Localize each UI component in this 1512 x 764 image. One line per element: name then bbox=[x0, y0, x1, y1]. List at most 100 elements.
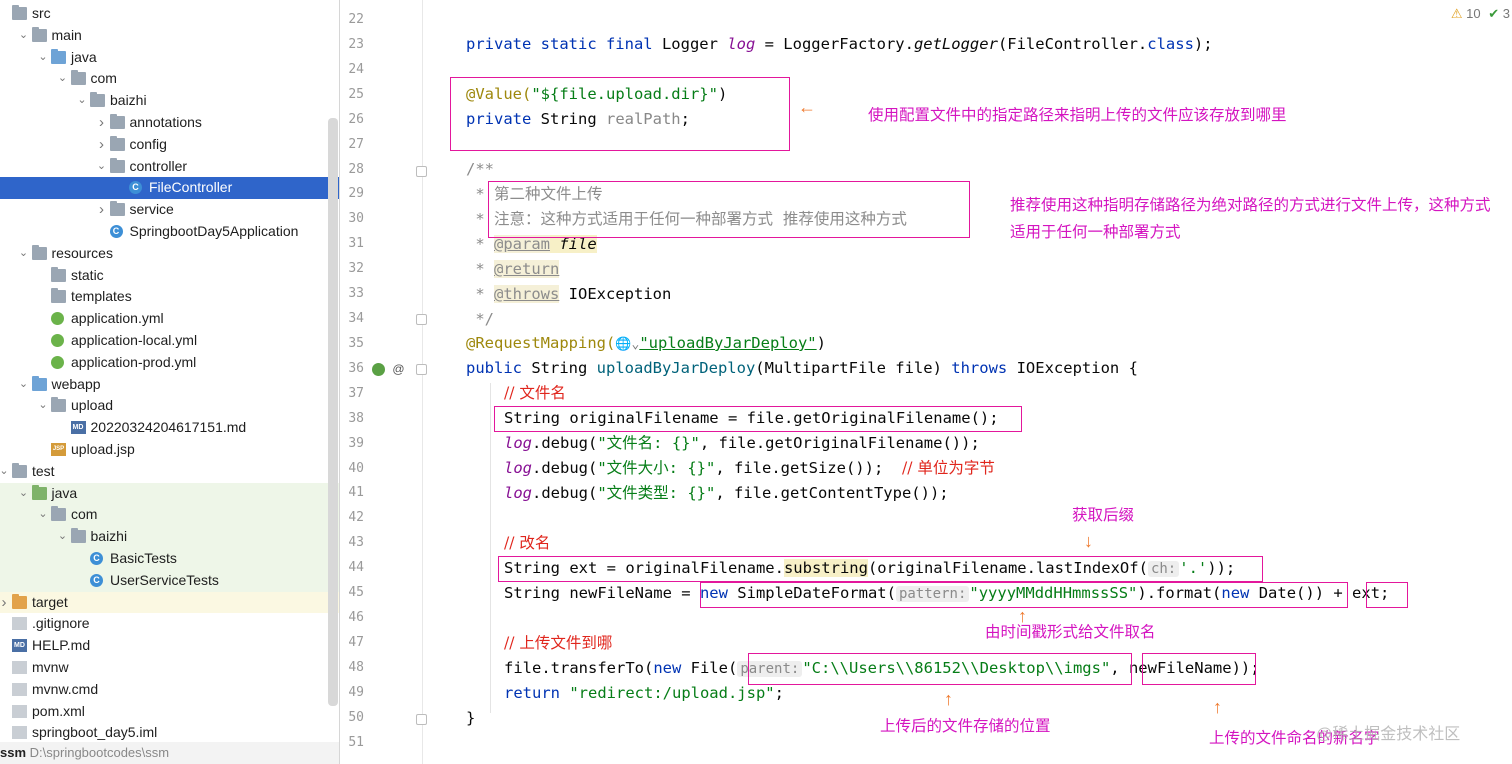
fold-marker-icon[interactable] bbox=[416, 314, 427, 325]
tree-item[interactable]: › service bbox=[0, 199, 339, 221]
tree-item[interactable]: ⌄ controller bbox=[0, 156, 339, 178]
tree-item[interactable]: ⌄ java bbox=[0, 47, 339, 69]
tree-item[interactable]: C SpringbootDay5Application bbox=[0, 221, 339, 243]
code-line-43[interactable]: // 改名 bbox=[504, 531, 550, 556]
fold-marker-icon[interactable] bbox=[416, 714, 427, 725]
tree-item[interactable]: JSP upload.jsp bbox=[0, 439, 339, 461]
inspection-widget[interactable]: ⚠ 10 ✔ 3 bbox=[1451, 6, 1510, 22]
code-line-47[interactable]: // 上传文件到哪 bbox=[504, 631, 612, 656]
tree-item[interactable]: ⌄ baizhi bbox=[0, 526, 339, 548]
code-comment: // 单位为字节 bbox=[901, 459, 995, 477]
tree-scrollbar[interactable] bbox=[328, 118, 338, 706]
code-line-33[interactable]: * @throws IOException bbox=[466, 282, 671, 307]
tree-item[interactable]: C BasicTests bbox=[0, 548, 339, 570]
tree-item[interactable]: application.yml bbox=[0, 308, 339, 330]
tree-item[interactable]: MD 20220324204617151.md bbox=[0, 417, 339, 439]
tree-item[interactable]: mvnw bbox=[0, 657, 339, 679]
code-line-48[interactable]: file.transferTo(new File(parent: "C:\\Use… bbox=[504, 656, 1260, 681]
code-line-34[interactable]: */ bbox=[466, 307, 494, 332]
chevron-right-icon[interactable]: › bbox=[96, 134, 108, 156]
project-root-row[interactable]: ssm D:\springbootcodes\ssm bbox=[0, 742, 339, 764]
chevron-down-icon[interactable]: ⌄ bbox=[0, 461, 10, 483]
tree-item[interactable]: src bbox=[0, 3, 339, 25]
tree-item[interactable]: ⌄ resources bbox=[0, 243, 339, 265]
code-line-30[interactable]: * 注意：这种方式适用于任何一种部署方式 推荐使用这种方式 bbox=[466, 207, 907, 232]
at-annotation-icon[interactable]: @ bbox=[392, 362, 404, 376]
tree-item[interactable]: pom.xml bbox=[0, 701, 339, 723]
tree-item[interactable]: application-prod.yml bbox=[0, 352, 339, 374]
tree-item[interactable]: ⌄ main bbox=[0, 25, 339, 47]
tree-item[interactable]: application-local.yml bbox=[0, 330, 339, 352]
tree-item[interactable]: templates bbox=[0, 286, 339, 308]
chevron-right-icon[interactable]: › bbox=[96, 112, 108, 134]
tree-item[interactable]: ⌄ java bbox=[0, 482, 339, 505]
tree-item[interactable]: .gitignore bbox=[0, 613, 339, 635]
chevron-right-icon[interactable]: › bbox=[0, 592, 10, 614]
tree-item[interactable]: › target bbox=[0, 591, 339, 614]
tree-item[interactable]: static bbox=[0, 265, 339, 287]
tree-item[interactable]: ⌄ webapp bbox=[0, 374, 339, 396]
code-line-50[interactable]: } bbox=[466, 706, 475, 731]
code-text: , file.getContentType()); bbox=[715, 484, 949, 502]
chevron-down-icon[interactable]: ⌄ bbox=[57, 526, 69, 548]
code-line-28[interactable]: /** bbox=[466, 157, 494, 182]
fold-marker-icon[interactable] bbox=[416, 364, 427, 375]
chevron-down-icon[interactable]: ⌄ bbox=[18, 374, 30, 396]
string-literal: "redirect:/upload.jsp" bbox=[560, 684, 775, 702]
code-line-26[interactable]: private String realPath; bbox=[466, 107, 690, 132]
arrow-left-icon: ← bbox=[798, 97, 816, 117]
tree-item[interactable]: C FileController bbox=[0, 177, 339, 200]
code-line-32[interactable]: * @return bbox=[466, 257, 560, 282]
chevron-down-icon[interactable]: ⌄ bbox=[57, 68, 69, 90]
java-class-icon: C bbox=[90, 573, 103, 587]
code-line-49[interactable]: return "redirect:/upload.jsp"; bbox=[504, 681, 784, 706]
chevron-down-icon[interactable]: ⌄ bbox=[76, 90, 88, 112]
code-line-37[interactable]: // 文件名 bbox=[504, 381, 566, 406]
check-icon: ✔ bbox=[1488, 6, 1500, 21]
tree-item[interactable]: MD HELP.md bbox=[0, 635, 339, 657]
spring-bean-icon[interactable] bbox=[372, 363, 385, 377]
code-line-38[interactable]: String originalFilename = file.getOrigin… bbox=[504, 406, 999, 431]
chevron-down-icon[interactable]: ⌄ bbox=[18, 483, 30, 505]
tree-item[interactable]: ⌄ upload bbox=[0, 395, 339, 417]
tree-item[interactable]: mvnw.cmd bbox=[0, 679, 339, 701]
code-line-36[interactable]: public String uploadByJarDeploy(Multipar… bbox=[466, 356, 1138, 381]
code-line-39[interactable]: log.debug("文件名: {}", file.getOriginalFil… bbox=[504, 431, 980, 456]
chevron-down-icon[interactable]: ⌄ bbox=[37, 395, 49, 417]
gutter-icons[interactable]: @ bbox=[372, 362, 405, 377]
line-number: 43 bbox=[348, 535, 364, 551]
tree-item[interactable]: › config bbox=[0, 134, 339, 156]
code-line-41[interactable]: log.debug("文件类型: {}", file.getContentTyp… bbox=[504, 481, 949, 506]
line-number: 33 bbox=[348, 286, 364, 302]
code-line-25[interactable]: @Value("${file.upload.dir}") bbox=[466, 82, 727, 107]
code-line-44[interactable]: String ext = originalFilename.substring(… bbox=[504, 556, 1235, 581]
code-text: (originalFilename.lastIndexOf( bbox=[867, 559, 1148, 577]
code-line-31[interactable]: * @param file bbox=[466, 232, 597, 257]
chevron-down-icon[interactable]: ⌄ bbox=[37, 504, 49, 526]
code-line-40[interactable]: log.debug("文件大小: {}", file.getSize()); /… bbox=[504, 456, 995, 481]
fold-marker-icon[interactable] bbox=[416, 166, 427, 177]
code-line-23[interactable]: private static final Logger log = Logger… bbox=[466, 32, 1213, 57]
tree-item[interactable]: C UserServiceTests bbox=[0, 569, 339, 592]
web-globe-icon[interactable]: 🌐⌄ bbox=[615, 337, 639, 352]
code-line-35[interactable]: @RequestMapping(🌐⌄"uploadByJarDeploy") bbox=[466, 331, 826, 356]
tree-item[interactable]: ⌄ com bbox=[0, 504, 339, 527]
chevron-down-icon[interactable]: ⌄ bbox=[18, 25, 30, 47]
code-line-29[interactable]: * 第二种文件上传 bbox=[466, 182, 602, 207]
tree-item[interactable]: › annotations bbox=[0, 112, 339, 134]
check-count: 3 bbox=[1502, 6, 1510, 21]
project-tree[interactable]: src ⌄ main ⌄ java ⌄ com ⌄ baizhi › annotations › con… bbox=[0, 0, 340, 764]
code-text: IOException { bbox=[1007, 359, 1138, 377]
tree-item[interactable]: ⌄ test bbox=[0, 461, 339, 483]
tree-item[interactable]: ⌄ com bbox=[0, 68, 339, 90]
line-number: 29 bbox=[348, 186, 364, 202]
tree-item[interactable]: springboot_day5.iml bbox=[0, 722, 339, 744]
chevron-right-icon[interactable]: › bbox=[96, 199, 108, 221]
code-line-45[interactable]: String newFileName = new SimpleDateForma… bbox=[504, 581, 1389, 606]
line-number: 40 bbox=[348, 460, 364, 476]
chevron-down-icon[interactable]: ⌄ bbox=[18, 243, 30, 265]
chevron-down-icon[interactable]: ⌄ bbox=[37, 47, 49, 69]
code-text: ) bbox=[717, 85, 728, 103]
tree-item[interactable]: ⌄ baizhi bbox=[0, 90, 339, 112]
chevron-down-icon[interactable]: ⌄ bbox=[96, 156, 108, 178]
